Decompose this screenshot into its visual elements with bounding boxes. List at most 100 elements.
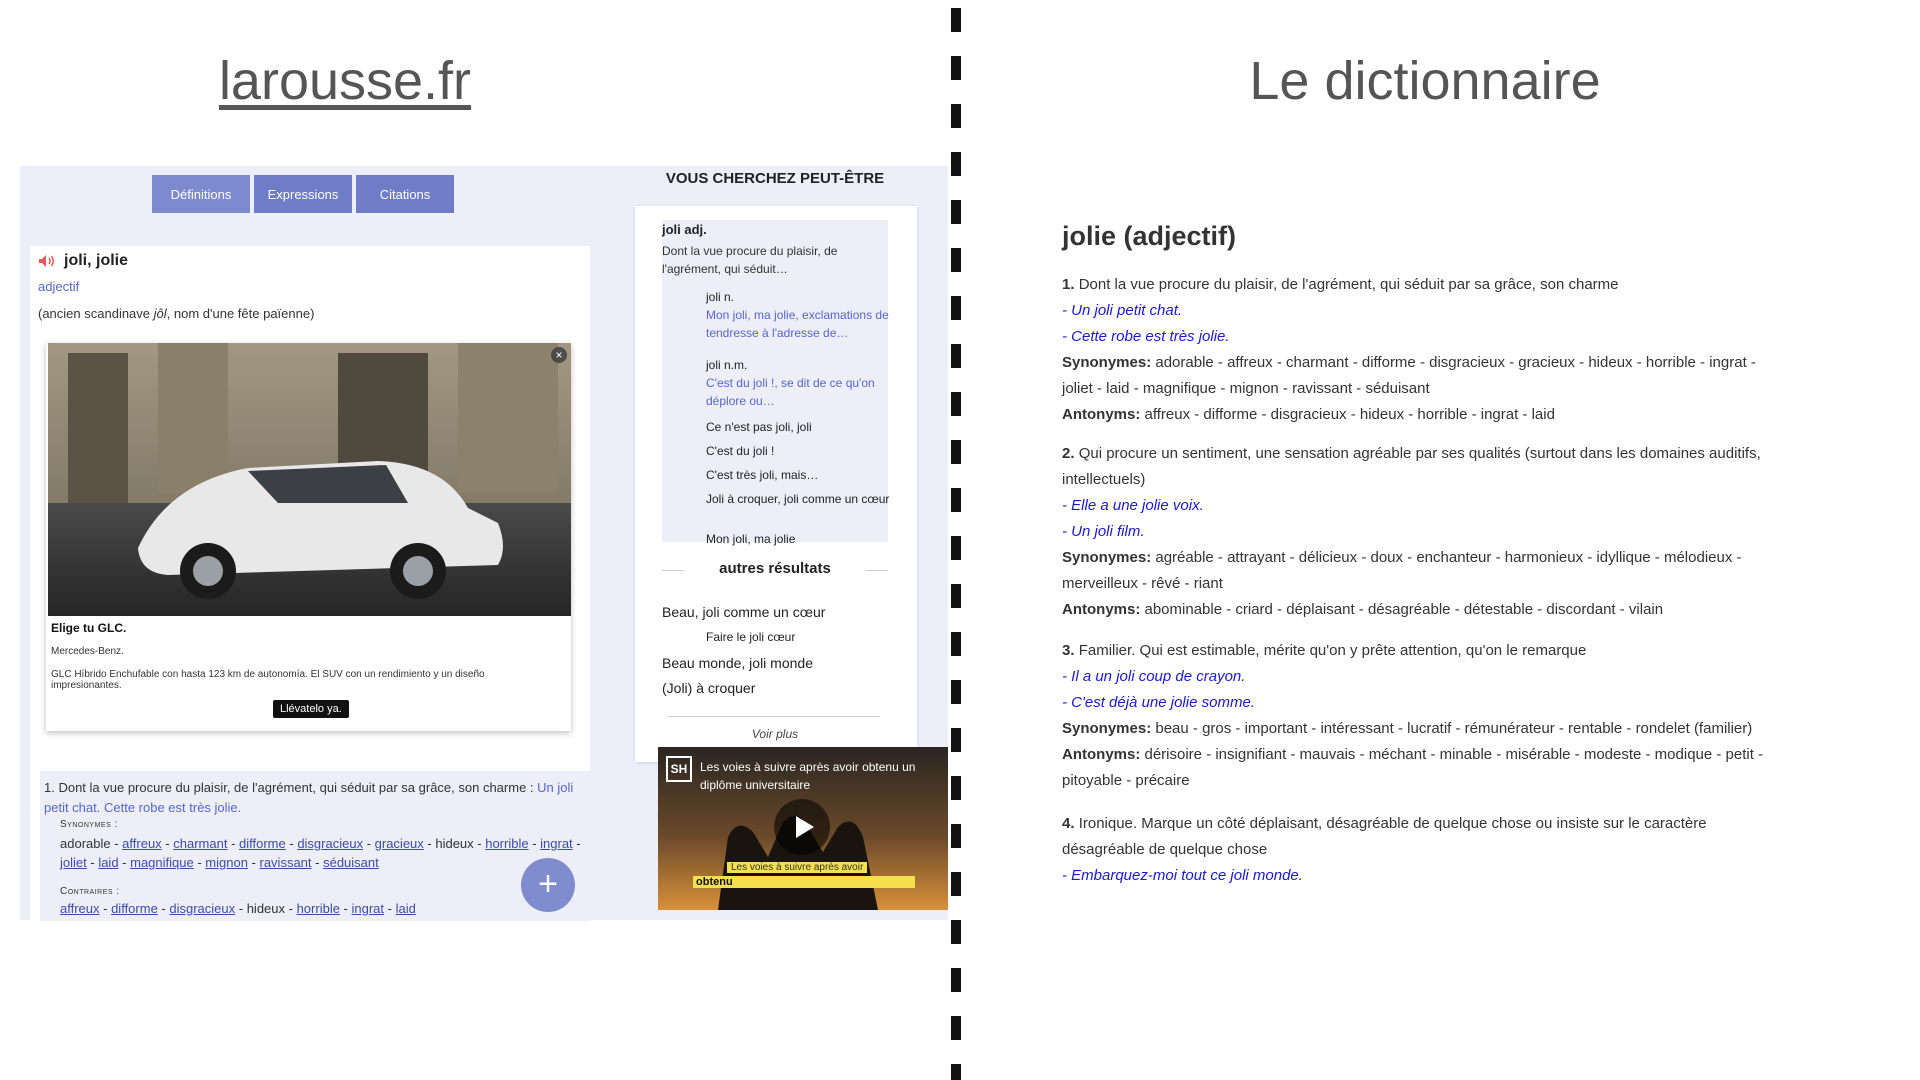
sidebar-item[interactable]: joli n.m. C'est du joli !, se dit de ce q… <box>706 356 890 410</box>
sense-definition: 1. Dont la vue procure du plaisir, de l'… <box>1062 276 1619 293</box>
sidebar-title: VOUS CHERCHEZ PEUT-ÊTRE <box>665 170 885 187</box>
ad-brand: Mercedes-Benz. <box>51 646 124 657</box>
contraires-label: Contraires : <box>60 886 120 897</box>
dictionnaire-heading: Le dictionnaire <box>1249 51 1601 111</box>
dictionary-sense: 2. Qui procure un sentiment, une sensati… <box>1062 441 1782 623</box>
autres-rule-left <box>662 570 684 571</box>
sidebar-main-entry-title[interactable]: joli adj. <box>662 222 707 237</box>
synonym-word[interactable]: charmant <box>173 836 227 851</box>
dictionary-sense: 1. Dont la vue procure du plaisir, de l'… <box>1062 272 1782 428</box>
sidebar-item-title: C'est du joli ! <box>706 444 775 458</box>
sense-example: - Il a un joli coup de crayon. <box>1062 668 1246 685</box>
autres-rule-right <box>866 570 888 571</box>
sidebar-item[interactable]: joli n. Mon joli, ma jolie, exclamations … <box>706 288 890 342</box>
autres-resultats-title: autres résultats <box>719 560 831 577</box>
sense-antonyms: Antonyms: affreux - difforme - disgracie… <box>1062 406 1555 423</box>
play-icon[interactable] <box>774 799 830 855</box>
autres-result-link[interactable]: Faire le joli cœur <box>706 630 795 644</box>
sense-synonyms: Synonymes: adorable - affreux - charmant… <box>1062 354 1756 397</box>
synonyms-list: adorable - affreux - charmant - difforme… <box>60 836 581 870</box>
contraire-word[interactable]: horrible <box>297 901 340 916</box>
entry-part-of-speech: adjectif <box>38 279 80 294</box>
sense-antonyms: Antonyms: dérisoire - insignifiant - mau… <box>1062 746 1764 789</box>
synonym-word[interactable]: joliet <box>60 855 87 870</box>
sidebar-item-desc: C'est du joli !, se dit de ce qu'on dépl… <box>706 376 875 408</box>
synonym-word[interactable]: difforme <box>239 836 286 851</box>
contraire-word[interactable]: affreux <box>60 901 100 916</box>
sense-number: 4. <box>1062 815 1079 832</box>
video-channel-logo: SH <box>666 756 692 782</box>
synonym-word[interactable]: horrible <box>485 836 528 851</box>
video-caption-line1: Les voies à suivre après avoir <box>727 862 868 873</box>
sidebar-item-title: joli n.m. <box>706 358 748 372</box>
sense-synonyms: Synonymes: agréable - attrayant - délici… <box>1062 549 1742 592</box>
sidebar-item[interactable]: Mon joli, ma jolie <box>706 530 890 548</box>
sense-example: - Embarquez-moi tout ce joli monde. <box>1062 867 1303 884</box>
voir-plus-link[interactable]: Voir plus <box>662 727 888 741</box>
sense-example: - Un joli petit chat. <box>1062 302 1183 319</box>
contraires-list: affreux - difforme - disgracieux - hideu… <box>60 901 416 916</box>
sidebar-item[interactable]: C'est du joli ! <box>706 442 890 460</box>
larousse-tabs: Définitions Expressions Citations <box>152 175 454 213</box>
sidebar-item[interactable]: C'est très joli, mais… <box>706 466 890 484</box>
tab-citations[interactable]: Citations <box>356 175 454 213</box>
contraire-word[interactable]: ingrat <box>352 901 385 916</box>
synonym-word[interactable]: mignon <box>205 855 248 870</box>
sidebar-item-title: Mon joli, ma jolie <box>706 532 796 546</box>
dictionary-sense: 3. Familier. Qui est estimable, mérite q… <box>1062 638 1782 794</box>
sidebar-item-desc: Mon joli, ma jolie, exclamations de tend… <box>706 308 889 340</box>
autres-result-link[interactable]: Beau monde, joli monde <box>662 655 813 671</box>
synonym-word[interactable]: séduisant <box>323 855 379 870</box>
sense-example: - C'est déjà une jolie somme. <box>1062 694 1255 711</box>
synonym-word: adorable <box>60 836 111 851</box>
ad-cta-button[interactable]: Llévatelo ya. <box>273 700 349 718</box>
synonym-word[interactable]: gracieux <box>375 836 424 851</box>
autres-result-link[interactable]: Beau, joli comme un cœur <box>662 604 825 620</box>
video-caption-line2: obtenu <box>693 876 915 888</box>
sidebar-item-title: Ce n'est pas joli, joli <box>706 420 812 434</box>
tab-definitions[interactable]: Définitions <box>152 175 250 213</box>
sidebar-item[interactable]: Joli à croquer, joli comme un cœur <box>706 490 890 508</box>
sense-definition: 3. Familier. Qui est estimable, mérite q… <box>1062 642 1587 659</box>
sense-number: 2. <box>1062 445 1079 462</box>
ad-description: GLC Híbrido Enchufable con hasta 123 km … <box>51 669 485 691</box>
larousse-heading-link[interactable]: larousse.fr <box>160 50 530 112</box>
sidebar-item-title: joli n. <box>706 290 735 304</box>
sidebar-item-title: Joli à croquer, joli comme un cœur <box>706 492 890 506</box>
sense-synonyms: Synonymes: beau - gros - important - int… <box>1062 720 1753 737</box>
dictionary-sense: 4. Ironique. Marque un côté déplaisant, … <box>1062 811 1782 889</box>
sense-number: 1. <box>1062 276 1079 293</box>
dictionary-entry-title: jolie (adjectif) <box>1062 221 1237 251</box>
entry-header: joli, jolie <box>38 252 128 270</box>
sense-definition: 4. Ironique. Marque un côté déplaisant, … <box>1062 815 1707 858</box>
synonym-word[interactable]: laid <box>98 855 118 870</box>
sense-number: 3. <box>1062 642 1079 659</box>
synonym-word[interactable]: magnifique <box>130 855 194 870</box>
tab-expressions[interactable]: Expressions <box>254 175 352 213</box>
entry-etymology: (ancien scandinave jôl, nom d'une fête p… <box>38 306 315 321</box>
synonym-word[interactable]: ravissant <box>260 855 312 870</box>
sense-definition: 2. Qui procure un sentiment, une sensati… <box>1062 445 1761 488</box>
car-ad-image[interactable] <box>48 343 571 616</box>
sidebar-main-entry-desc: Dont la vue procure du plaisir, de l'agr… <box>662 244 838 276</box>
contraire-word[interactable]: disgracieux <box>169 901 235 916</box>
synonym-word: hideux <box>435 836 474 851</box>
ad-title[interactable]: Elige tu GLC. <box>51 621 126 635</box>
autres-result-link[interactable]: (Joli) à croquer <box>662 680 755 696</box>
synonym-word[interactable]: ingrat <box>540 836 573 851</box>
contraire-word[interactable]: laid <box>396 901 416 916</box>
sense-example: - Cette robe est très jolie. <box>1062 328 1230 345</box>
ad-close-icon[interactable]: × <box>551 347 567 363</box>
video-title[interactable]: Les voies à suivre après avoir obtenu un… <box>700 758 940 794</box>
add-plus-button[interactable]: + <box>521 858 575 912</box>
synonym-word[interactable]: affreux <box>122 836 162 851</box>
synonyms-label: Synonymes : <box>60 819 118 830</box>
sense-example: - Un joli film. <box>1062 523 1145 540</box>
sense-example: - Elle a une jolie voix. <box>1062 497 1204 514</box>
contraire-word: hideux <box>246 901 286 916</box>
speaker-icon[interactable] <box>38 254 56 268</box>
definition-text: 1. Dont la vue procure du plaisir, de l'… <box>44 780 574 815</box>
sidebar-item[interactable]: Ce n'est pas joli, joli <box>706 418 890 436</box>
contraire-word[interactable]: difforme <box>111 901 158 916</box>
synonym-word[interactable]: disgracieux <box>297 836 363 851</box>
